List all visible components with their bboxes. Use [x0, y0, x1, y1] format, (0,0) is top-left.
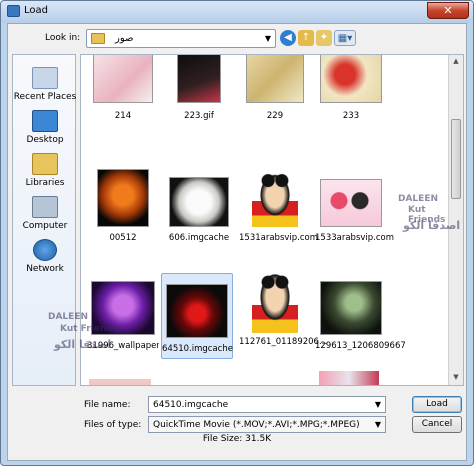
- libraries-icon: [32, 153, 58, 175]
- close-button[interactable]: ✕: [427, 2, 469, 19]
- thumbnail: [177, 55, 221, 103]
- scroll-down-icon[interactable]: ▼: [451, 373, 461, 381]
- file-item[interactable]: 223.gif: [163, 55, 235, 121]
- file-name: 1533arabsvip.com: [315, 233, 395, 243]
- watermark-top: DALEEN: [398, 194, 438, 204]
- place-label: Network: [26, 264, 64, 274]
- watermark-mid: Kut Friends: [60, 324, 119, 334]
- up-folder-icon[interactable]: ↑: [298, 30, 314, 46]
- thumbnail: [320, 281, 382, 335]
- thumbnail: [252, 169, 298, 227]
- place-label: Libraries: [25, 178, 65, 188]
- title-bar: Load ✕: [1, 1, 473, 23]
- filetype-value: QuickTime Movie (*.MOV;*.AVI;*.MPG;*.MPE…: [153, 420, 360, 430]
- thumbnail: [166, 284, 228, 338]
- filename-field[interactable]: 64510.imgcache ▼: [148, 396, 386, 413]
- thumbnail: [320, 55, 382, 103]
- file-item-selected[interactable]: 64510.imgcache: [161, 273, 233, 359]
- back-icon[interactable]: ◀: [280, 30, 296, 46]
- scrollbar-thumb[interactable]: [451, 119, 461, 199]
- thumbnail-partial: [319, 371, 379, 385]
- thumbnail: [97, 169, 149, 227]
- window-title: Load: [24, 5, 48, 16]
- place-label: Computer: [22, 221, 68, 231]
- view-menu-icon[interactable]: ▦▾: [334, 30, 356, 46]
- new-folder-icon[interactable]: ✦: [316, 30, 332, 46]
- places-bar: Recent Places Desktop Libraries Computer…: [12, 54, 76, 386]
- place-computer[interactable]: Computer: [13, 196, 77, 231]
- filename-value: 64510.imgcache: [153, 400, 229, 410]
- app-icon: [7, 5, 20, 17]
- file-name: 229: [266, 111, 284, 121]
- network-icon: [33, 239, 57, 261]
- file-item[interactable]: 1533arabsvip.com: [315, 169, 395, 243]
- status-text: File Size: 31.5K: [202, 434, 272, 444]
- place-network[interactable]: Network: [13, 239, 77, 274]
- file-name: 64510.imgcache: [162, 344, 233, 354]
- thumbnail: [252, 271, 298, 333]
- place-libraries[interactable]: Libraries: [13, 153, 77, 188]
- place-recent[interactable]: Recent Places: [13, 67, 77, 102]
- scroll-up-icon[interactable]: ▲: [451, 57, 461, 65]
- file-item[interactable]: 233: [315, 55, 387, 121]
- file-name: 214: [114, 111, 132, 121]
- watermark-ar: اصدقا الكو: [403, 219, 461, 232]
- thumbnail: [169, 177, 229, 227]
- watermark-top: DALEEN: [48, 312, 88, 322]
- chevron-down-icon[interactable]: ▼: [375, 400, 381, 409]
- filetype-select[interactable]: QuickTime Movie (*.MOV;*.AVI;*.MPG;*.MPE…: [148, 416, 386, 433]
- file-item[interactable]: 00512: [87, 169, 159, 243]
- chevron-down-icon: ▼: [264, 34, 271, 43]
- file-name: 129613_1206809667: [315, 341, 406, 351]
- file-name: 00512: [109, 233, 137, 243]
- lookin-label: Look in:: [45, 33, 81, 43]
- dialog-body: Look in: صور ▼ ◀ ↑ ✦ ▦▾ Recent Places De…: [7, 23, 467, 461]
- file-name: 1531arabsvip.com: [239, 233, 319, 243]
- file-item[interactable]: 606.imgcache: [163, 169, 235, 243]
- file-name: 233: [342, 111, 360, 121]
- filename-label: File name:: [84, 400, 131, 410]
- file-item[interactable]: 129613_1206809667: [315, 271, 406, 351]
- thumbnail-partial: [89, 379, 151, 385]
- thumbnail: [246, 55, 304, 103]
- file-item[interactable]: 112761_01189206...: [239, 271, 328, 347]
- lookin-value: صور: [115, 33, 134, 44]
- file-name: 112761_01189206...: [239, 337, 328, 347]
- load-button[interactable]: Load: [412, 396, 462, 413]
- recent-places-icon: [32, 67, 58, 89]
- file-name: 223.gif: [184, 111, 214, 121]
- file-item[interactable]: 214: [87, 55, 159, 121]
- lookin-dropdown[interactable]: صور ▼: [86, 29, 276, 48]
- computer-icon: [32, 196, 58, 218]
- filetype-label: Files of type:: [84, 420, 142, 430]
- desktop-icon: [32, 110, 58, 132]
- place-label: Recent Places: [13, 92, 77, 102]
- watermark-ar: اصدقا الكو: [54, 338, 112, 351]
- file-item[interactable]: 229: [239, 55, 311, 121]
- thumbnail: [93, 55, 153, 103]
- cancel-button[interactable]: Cancel: [412, 416, 462, 433]
- folder-icon: [91, 33, 105, 44]
- file-item[interactable]: 1531arabsvip.com: [239, 169, 319, 243]
- thumbnail: [320, 179, 382, 227]
- chevron-down-icon[interactable]: ▼: [375, 420, 381, 429]
- place-label: Desktop: [26, 135, 64, 145]
- place-desktop[interactable]: Desktop: [13, 110, 77, 145]
- file-name: 606.imgcache: [168, 233, 230, 243]
- load-dialog: Load ✕ Look in: صور ▼ ◀ ↑ ✦ ▦▾ Recent Pl…: [0, 0, 474, 466]
